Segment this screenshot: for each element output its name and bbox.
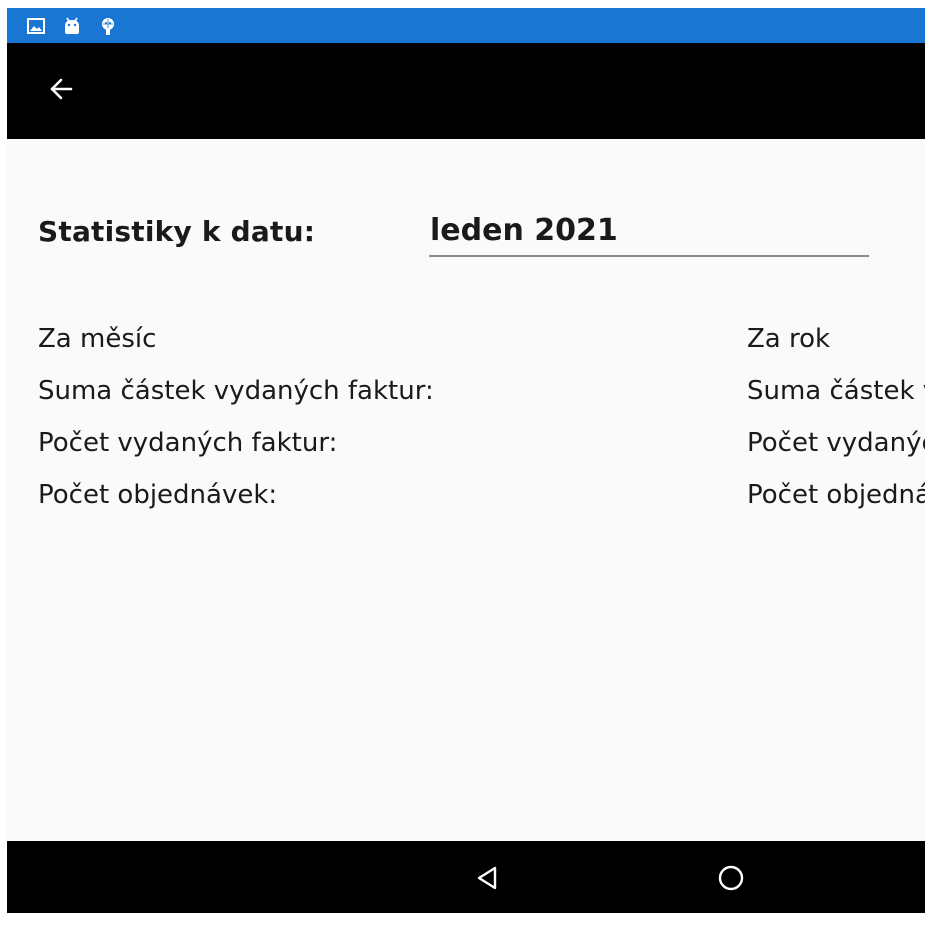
status-bar bbox=[7, 8, 925, 43]
year-invoice-sum-label: Suma částek vydaných faktur: bbox=[747, 376, 925, 406]
nav-back-triangle-icon bbox=[473, 866, 503, 897]
month-invoice-count-label: Počet vydaných faktur: bbox=[38, 428, 338, 458]
arrow-back-icon bbox=[47, 75, 75, 107]
month-stats-heading: Za měsíc bbox=[38, 324, 157, 354]
year-stats: Za rok Suma částek vydaných faktur: Poče… bbox=[747, 313, 925, 521]
app-bar bbox=[7, 43, 925, 139]
back-button[interactable] bbox=[43, 73, 79, 109]
month-stats: Za měsíc Suma částek vydaných faktur: Po… bbox=[38, 313, 434, 521]
image-icon bbox=[25, 15, 47, 37]
nav-home-circle-icon bbox=[716, 865, 746, 897]
system-navigation-bar bbox=[7, 841, 925, 913]
month-invoice-sum-label: Suma částek vydaných faktur: bbox=[38, 376, 434, 406]
nav-home-button[interactable] bbox=[716, 863, 746, 893]
app-screen: Statistiky k datu: leden 2021 Za měsíc S… bbox=[0, 0, 925, 925]
month-order-count-label: Počet objednávek: bbox=[38, 480, 278, 510]
date-picker-field[interactable]: leden 2021 bbox=[429, 209, 869, 257]
android-icon bbox=[61, 15, 83, 37]
statistics-content: Statistiky k datu: leden 2021 Za měsíc S… bbox=[7, 139, 925, 841]
year-order-count-label: Počet objednávek: bbox=[747, 480, 925, 510]
year-invoice-count-label: Počet vydaných faktur: bbox=[747, 428, 925, 458]
date-picker-value: leden 2021 bbox=[430, 213, 618, 248]
nav-back-button[interactable] bbox=[473, 863, 503, 893]
year-stats-heading: Za rok bbox=[747, 324, 831, 354]
bug-icon bbox=[97, 15, 119, 37]
date-filter-label: Statistiky k datu: bbox=[38, 215, 316, 248]
